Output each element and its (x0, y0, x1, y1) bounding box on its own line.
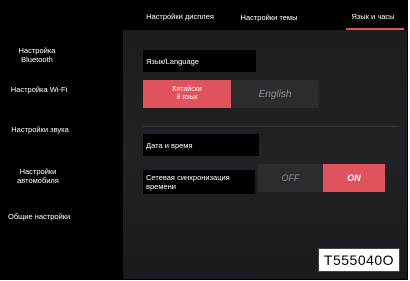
tab-display-settings[interactable]: Настройки дисплея (143, 9, 217, 23)
datetime-heading: Дата и время (143, 134, 259, 156)
language-heading: Язык/Language (143, 50, 256, 72)
reference-code-label: T555040O (318, 248, 400, 272)
settings-panel: Язык/Language Китайски й язык English Да… (123, 30, 407, 279)
sidebar-item-vehicle[interactable]: Настройки автомобиля (12, 165, 64, 187)
tab-language-clock[interactable]: Язык и часы (342, 7, 404, 25)
time-sync-on-toggle[interactable]: ON (323, 164, 385, 192)
network-time-sync-label: Сетевая синхронизация времени (143, 170, 255, 194)
language-option-english[interactable]: English (231, 80, 319, 108)
tab-theme-settings[interactable]: Настройки темы (233, 10, 305, 25)
sidebar-item-wifi[interactable]: Настройка Wi-Fi (6, 82, 72, 96)
language-option-chinese[interactable]: Китайски й язык (143, 80, 231, 108)
settings-screen: Настройки дисплея Настройки темы Язык и … (0, 0, 408, 280)
divider (143, 126, 399, 127)
sidebar-item-bluetooth[interactable]: Настройка Bluetooth (6, 44, 68, 66)
sidebar-item-general[interactable]: Общие настройки (6, 202, 76, 230)
sidebar-item-sound[interactable]: Настройки звука (6, 122, 74, 136)
time-sync-off-toggle[interactable]: OFF (258, 164, 323, 192)
